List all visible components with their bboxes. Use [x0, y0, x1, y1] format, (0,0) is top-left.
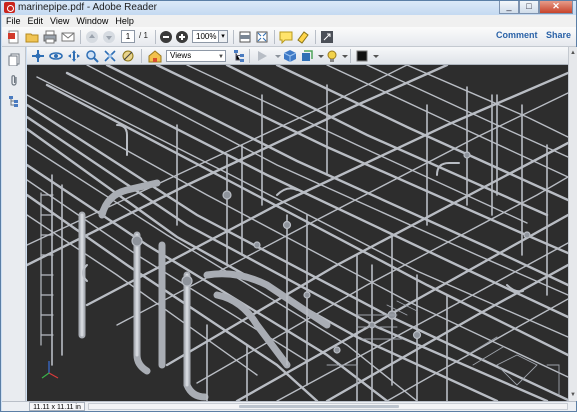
axes-gizmo-icon: [41, 361, 59, 379]
zoom-out-icon[interactable]: [159, 30, 173, 44]
menu-view[interactable]: View: [50, 16, 69, 26]
next-page-icon[interactable]: [102, 30, 116, 44]
print-icon[interactable]: [43, 30, 57, 44]
previous-page-icon[interactable]: [85, 30, 99, 44]
scroll-up-icon[interactable]: ▲: [570, 49, 576, 57]
toolbar-separator: [315, 30, 316, 44]
expand-icon[interactable]: [320, 30, 334, 44]
menu-window[interactable]: Window: [76, 16, 108, 26]
zoom-dropdown-button[interactable]: ▾: [218, 30, 228, 43]
vertical-scrollbar[interactable]: ▲ ▼: [568, 47, 577, 401]
fly-icon[interactable]: [121, 49, 135, 63]
chevron-down-icon: ▼: [218, 54, 224, 60]
render-mode-icon[interactable]: [300, 49, 314, 63]
projection-icon[interactable]: [283, 49, 297, 63]
menu-edit[interactable]: Edit: [28, 16, 44, 26]
background-dropdown-icon[interactable]: [369, 49, 383, 63]
open-icon[interactable]: [25, 30, 39, 44]
toolbar-separator: [249, 49, 250, 63]
page-number-input[interactable]: 1: [121, 30, 135, 43]
toolbar-separator: [350, 49, 351, 63]
highlight-icon[interactable]: [296, 30, 310, 44]
toolbar-separator: [274, 30, 275, 44]
toolbar-separator: [80, 30, 81, 44]
status-bar: 11.11 x 11.11 in: [2, 401, 576, 411]
adobe-reader-icon: [4, 2, 15, 13]
pan-icon[interactable]: [67, 49, 81, 63]
main-toolbar: 1 / 1 100% ▾ Comment Share: [2, 27, 576, 47]
page-size-indicator: 11.11 x 11.11 in: [29, 402, 85, 411]
maximize-button[interactable]: □: [519, 1, 539, 14]
scroll-down-icon[interactable]: ▼: [570, 391, 576, 399]
views-select-value: Views: [170, 51, 192, 60]
window-title: marinepipe.pdf - Adobe Reader: [18, 2, 157, 13]
model-tree-toggle-icon[interactable]: [232, 49, 246, 63]
3d-toolbar: Views ▼: [27, 47, 568, 65]
views-select[interactable]: Views ▼: [166, 50, 226, 62]
share-button[interactable]: Share: [546, 30, 571, 40]
lighting-icon[interactable]: [325, 49, 339, 63]
comment-button[interactable]: Comment: [496, 30, 538, 40]
menu-file[interactable]: File: [6, 16, 21, 26]
navigation-pane: [2, 47, 26, 401]
background-color-icon[interactable]: [355, 49, 369, 63]
horizontal-scroll-thumb[interactable]: [239, 405, 399, 408]
zoom-in-icon[interactable]: [175, 30, 189, 44]
menu-bar: File Edit View Window Help: [2, 15, 576, 27]
fit-page-icon[interactable]: [255, 30, 269, 44]
pages-panel-icon[interactable]: [8, 53, 20, 66]
app-window: marinepipe.pdf - Adobe Reader _ □ ✕ File…: [0, 0, 577, 412]
email-icon[interactable]: [61, 30, 75, 44]
toolbar-separator: [233, 30, 234, 44]
fit-width-icon[interactable]: [238, 30, 252, 44]
model-tree-icon[interactable]: [8, 95, 20, 108]
close-button[interactable]: ✕: [539, 1, 573, 14]
page-total: / 1: [139, 31, 148, 40]
rotate-icon[interactable]: [31, 49, 45, 63]
toolbar-separator: [141, 49, 142, 63]
attachments-icon[interactable]: [8, 74, 20, 87]
piping-3d-model[interactable]: [27, 65, 568, 401]
toolbar-separator: [155, 30, 156, 44]
title-bar: marinepipe.pdf - Adobe Reader _ □ ✕: [1, 1, 576, 15]
window-controls: _ □ ✕: [499, 1, 573, 14]
spin-icon[interactable]: [49, 49, 63, 63]
menu-help[interactable]: Help: [115, 16, 134, 26]
play-animation-icon[interactable]: [255, 49, 269, 63]
zoom-3d-icon[interactable]: [85, 49, 99, 63]
create-pdf-icon[interactable]: [7, 30, 21, 44]
default-view-icon[interactable]: [148, 49, 162, 63]
minimize-button[interactable]: _: [499, 1, 519, 14]
sticky-note-icon[interactable]: [279, 30, 293, 44]
3d-viewport[interactable]: Views ▼: [27, 47, 568, 401]
walk-icon[interactable]: [103, 49, 117, 63]
horizontal-scrollbar[interactable]: [88, 403, 568, 410]
